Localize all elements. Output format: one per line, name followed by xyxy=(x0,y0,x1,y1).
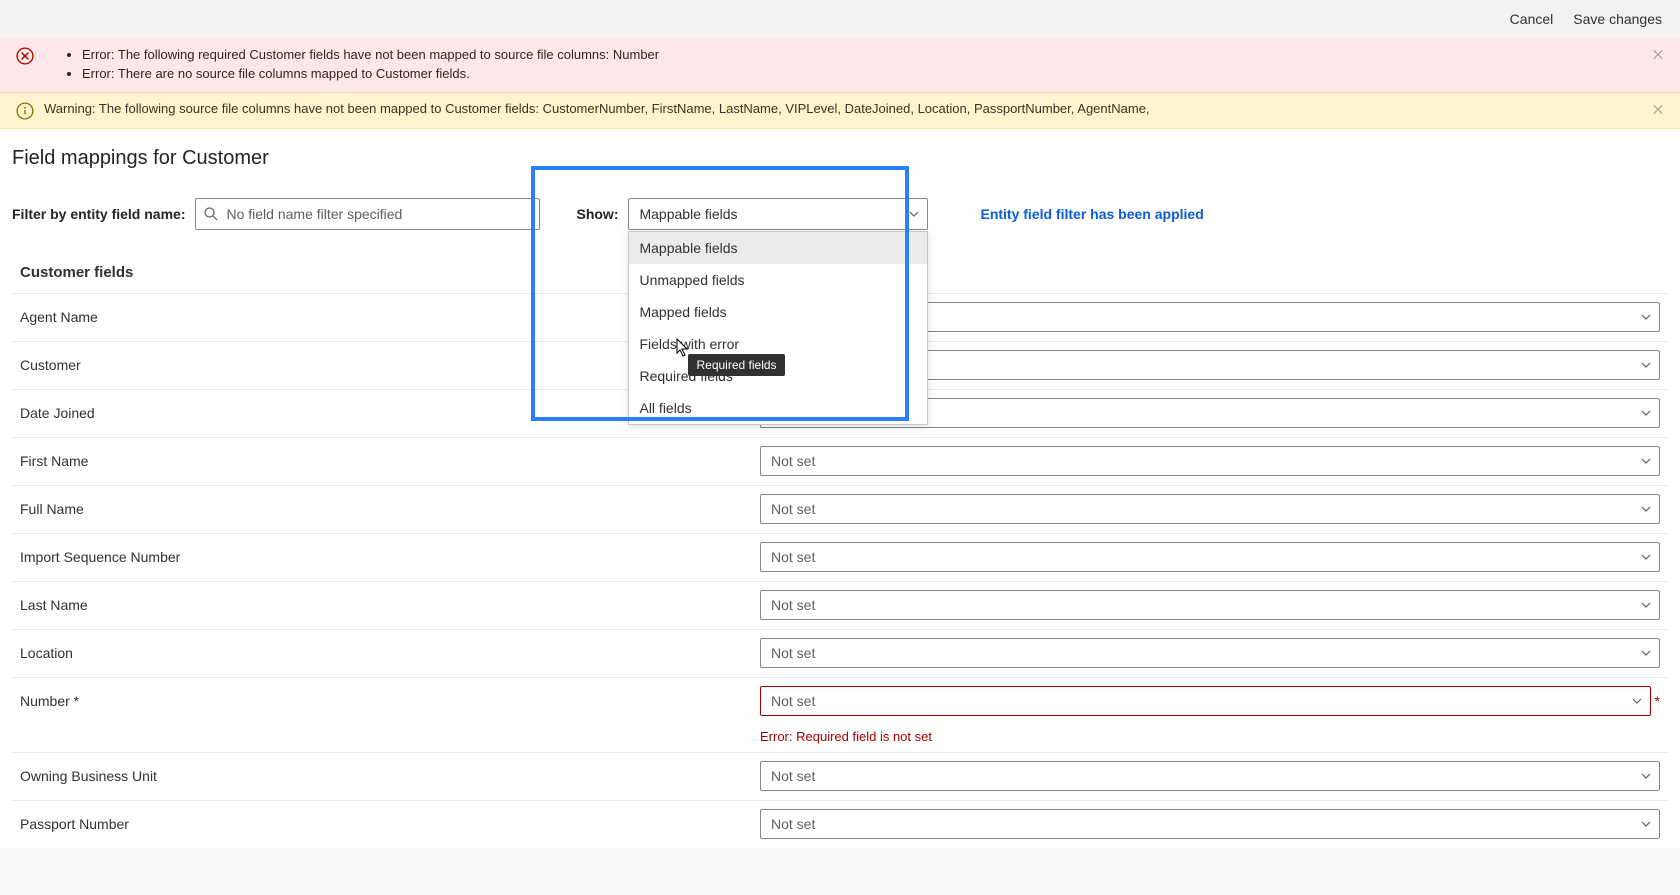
show-dropdown-button[interactable]: Mappable fields xyxy=(628,198,928,230)
warning-alert: Warning: The following source file colum… xyxy=(0,93,1680,129)
filter-applied-message: Entity field filter has been applied xyxy=(980,206,1203,222)
field-select[interactable]: Not set xyxy=(760,542,1660,572)
info-icon xyxy=(16,102,34,120)
filter-row: Filter by entity field name: Show: Mappa… xyxy=(12,192,1668,236)
search-box xyxy=(195,198,540,230)
field-row: Full Name Not set xyxy=(12,485,1668,533)
select-value: Not set xyxy=(771,768,815,784)
chevron-down-icon xyxy=(1641,456,1651,466)
show-label: Show: xyxy=(576,206,618,222)
show-wrap: Show: Mappable fields Mappable fields Un… xyxy=(570,192,934,236)
field-select[interactable]: Not set xyxy=(760,494,1660,524)
select-value: Not set xyxy=(771,549,815,565)
field-select[interactable]: Not set xyxy=(760,638,1660,668)
field-select-wrap: Not set * xyxy=(760,686,1660,716)
cursor-icon xyxy=(675,338,691,358)
field-row: Import Sequence Number Not set xyxy=(12,533,1668,581)
field-select[interactable]: Not set xyxy=(760,446,1660,476)
chevron-down-icon xyxy=(1641,648,1651,658)
chevron-down-icon xyxy=(1641,312,1651,322)
dropdown-item-mapped[interactable]: Mapped fields xyxy=(629,296,927,328)
error-alert: Error: The following required Customer f… xyxy=(0,38,1680,93)
tooltip: Required fields xyxy=(688,354,784,376)
search-icon xyxy=(203,206,219,222)
error-list: Error: The following required Customer f… xyxy=(82,46,659,84)
dropdown-item-all[interactable]: All fields xyxy=(629,392,927,424)
filter-label: Filter by entity field name: xyxy=(12,206,185,222)
field-select-wrap: Not set xyxy=(760,542,1660,572)
field-row: Owning Business Unit Not set xyxy=(12,752,1668,800)
chevron-down-icon xyxy=(1641,819,1651,829)
select-value: Not set xyxy=(771,645,815,661)
field-select-wrap: Not set xyxy=(760,809,1660,839)
top-bar: Cancel Save changes xyxy=(0,0,1680,38)
field-row: Last Name Not set xyxy=(12,581,1668,629)
select-value: Not set xyxy=(771,501,815,517)
show-dropdown: Mappable fields Mappable fields Unmapped… xyxy=(628,198,928,230)
error-item: Error: The following required Customer f… xyxy=(82,46,659,65)
chevron-down-icon xyxy=(1641,771,1651,781)
field-label: Import Sequence Number xyxy=(20,549,760,565)
error-icon xyxy=(16,47,34,65)
select-value: Not set xyxy=(771,816,815,832)
field-label: Location xyxy=(20,645,760,661)
chevron-down-icon xyxy=(1641,504,1651,514)
required-star: * xyxy=(1655,693,1660,709)
row-error-message: Error: Required field is not set xyxy=(12,725,1668,752)
field-label: Number * xyxy=(20,693,760,709)
page-title: Field mappings for Customer xyxy=(12,147,1668,170)
field-row: Passport Number Not set xyxy=(12,800,1668,848)
field-select[interactable]: Not set xyxy=(760,761,1660,791)
error-item: Error: There are no source file columns … xyxy=(82,65,659,84)
select-value: Not set xyxy=(771,693,815,709)
chevron-down-icon xyxy=(1641,360,1651,370)
chevron-down-icon xyxy=(1632,696,1642,706)
field-label: Passport Number xyxy=(20,816,760,832)
field-label: Full Name xyxy=(20,501,760,517)
save-button[interactable]: Save changes xyxy=(1573,11,1662,27)
dropdown-selected-text: Mappable fields xyxy=(639,206,737,222)
chevron-down-icon xyxy=(1641,552,1651,562)
main-content: Field mappings for Customer Filter by en… xyxy=(0,129,1680,848)
cancel-button[interactable]: Cancel xyxy=(1510,11,1554,27)
chevron-down-icon xyxy=(1641,600,1651,610)
field-select-wrap: Not set xyxy=(760,761,1660,791)
search-input[interactable] xyxy=(195,198,540,230)
field-select-wrap: Not set xyxy=(760,590,1660,620)
field-select[interactable]: Not set xyxy=(760,686,1651,716)
warning-text: Warning: The following source file colum… xyxy=(44,101,1150,116)
close-icon[interactable] xyxy=(1650,101,1666,117)
select-value: Not set xyxy=(771,597,815,613)
dropdown-item-unmapped[interactable]: Unmapped fields xyxy=(629,264,927,296)
field-row: Number *Not set * xyxy=(12,677,1668,725)
field-select[interactable]: Not set xyxy=(760,590,1660,620)
chevron-down-icon xyxy=(1641,408,1651,418)
field-label: Owning Business Unit xyxy=(20,768,760,784)
field-select-wrap: Not set xyxy=(760,494,1660,524)
field-label: First Name xyxy=(20,453,760,469)
field-row: First Name Not set xyxy=(12,437,1668,485)
select-value: Not set xyxy=(771,453,815,469)
close-icon[interactable] xyxy=(1650,46,1666,62)
field-label: Last Name xyxy=(20,597,760,613)
chevron-down-icon xyxy=(909,209,919,219)
dropdown-item-mappable[interactable]: Mappable fields xyxy=(629,232,927,264)
field-select[interactable]: Not set xyxy=(760,809,1660,839)
field-select-wrap: Not set xyxy=(760,638,1660,668)
field-row: Location Not set xyxy=(12,629,1668,677)
dropdown-menu: Mappable fields Unmapped fields Mapped f… xyxy=(628,231,928,425)
field-select-wrap: Not set xyxy=(760,446,1660,476)
